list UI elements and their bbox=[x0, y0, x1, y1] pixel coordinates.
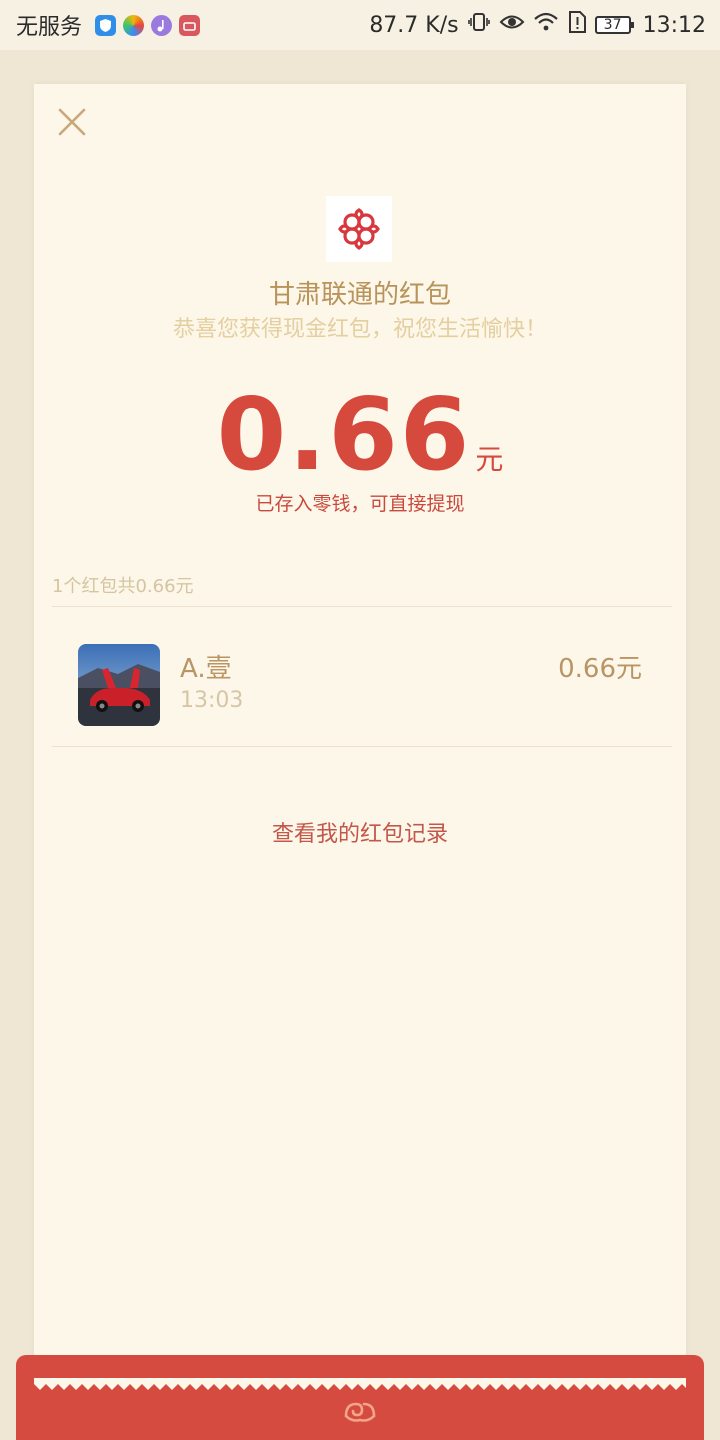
packet-title: 甘肃联通的红包 bbox=[268, 280, 451, 310]
packet-greeting: 恭喜您获得现金红包，祝您生活愉快！ bbox=[172, 317, 547, 342]
close-button[interactable] bbox=[56, 106, 88, 138]
red-car-avatar-icon bbox=[78, 644, 160, 726]
status-bar-right: 87.7 K/s 37 13:12 bbox=[369, 0, 706, 50]
red-packet-card: 甘肃联通的红包 恭喜您获得现金红包，祝您生活愉快！ 0.66 元 已存入零钱，可直… bbox=[34, 84, 686, 1384]
divider bbox=[52, 746, 672, 747]
status-bar-left: 无服务 bbox=[16, 0, 201, 50]
stored-note: 已存入零钱，可直接提现 bbox=[255, 493, 465, 515]
list-item[interactable]: A.壹 13:03 0.66元 bbox=[78, 644, 642, 730]
colorful-app-icon bbox=[123, 14, 145, 36]
close-icon bbox=[58, 108, 86, 136]
status-bar: 无服务 87.7 K/s 37 13:12 bbox=[0, 0, 720, 50]
avatar bbox=[78, 644, 160, 726]
china-unicom-logo-icon bbox=[338, 208, 380, 250]
record-amount: 0.66元 bbox=[558, 654, 642, 684]
eye-icon bbox=[499, 11, 525, 39]
record-name: A.壹 bbox=[180, 654, 232, 684]
network-speed: 87.7 K/s bbox=[369, 12, 459, 38]
card-zigzag-edge bbox=[34, 1378, 686, 1390]
shield-app-icon bbox=[95, 14, 117, 36]
sender-logo bbox=[326, 196, 392, 262]
vibrate-icon bbox=[467, 10, 491, 40]
music-app-icon bbox=[151, 14, 173, 36]
carrier-label: 无服务 bbox=[16, 15, 83, 40]
packet-summary: 1个红包共0.66元 bbox=[52, 576, 194, 597]
band-emblem-icon bbox=[342, 1398, 378, 1426]
divider bbox=[52, 606, 672, 607]
battery-icon: 37 bbox=[594, 16, 634, 34]
view-records-link[interactable]: 查看我的红包记录 bbox=[34, 816, 686, 848]
record-time: 13:03 bbox=[180, 688, 244, 713]
amount-value: 0.66 bbox=[216, 376, 472, 493]
clock: 13:12 bbox=[642, 12, 706, 38]
amount-unit: 元 bbox=[475, 443, 504, 476]
sim-alert-icon bbox=[567, 10, 587, 40]
wifi-icon bbox=[533, 11, 559, 39]
amount-display: 0.66 元 bbox=[34, 376, 686, 493]
red-app-icon bbox=[179, 14, 201, 36]
